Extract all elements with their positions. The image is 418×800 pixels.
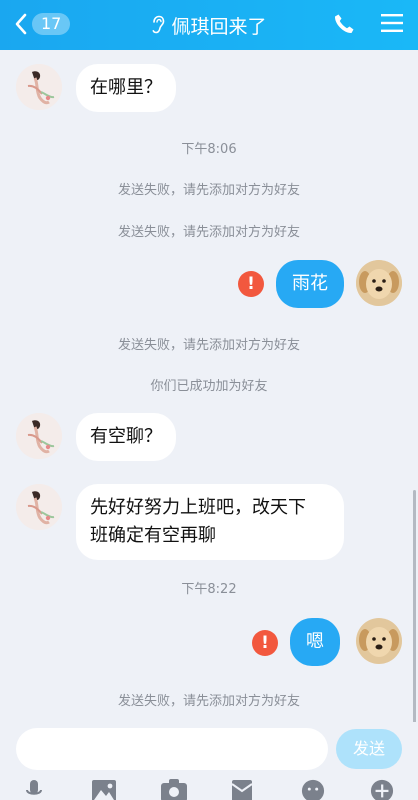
incoming-message[interactable]: 先好好努力上班吧，改天下 班确定有空再聊	[76, 484, 344, 560]
my-avatar[interactable]	[356, 618, 402, 664]
input-bar: 发送	[0, 722, 418, 800]
input-toolbar	[0, 776, 418, 800]
system-notice: 你们已成功加为好友	[150, 379, 268, 394]
message-line: 班确定有空再聊	[90, 525, 216, 546]
phone-icon	[334, 14, 354, 34]
red-packet-icon	[231, 780, 253, 800]
ear-icon	[152, 15, 165, 34]
contact-avatar[interactable]	[16, 64, 62, 110]
system-notice: 发送失败，请先添加对方为好友	[117, 225, 300, 240]
incoming-message[interactable]: 有空聊？	[76, 413, 176, 461]
call-button[interactable]	[332, 12, 356, 40]
my-avatar[interactable]	[356, 260, 402, 306]
send-failed-icon[interactable]: !	[252, 630, 278, 656]
photo-button[interactable]	[91, 778, 117, 800]
timestamp: 下午8:06	[181, 142, 237, 157]
camera-icon	[161, 779, 187, 800]
system-notice: 发送失败，请先添加对方为好友	[117, 338, 300, 353]
send-button[interactable]: 发送	[336, 729, 402, 769]
message-input[interactable]	[16, 728, 328, 770]
camera-button[interactable]	[160, 778, 188, 800]
emoji-icon	[301, 779, 325, 800]
unread-count-badge: 17	[32, 13, 71, 35]
outgoing-message[interactable]: 嗯	[290, 618, 340, 666]
timestamp: 下午8:22	[181, 582, 237, 597]
red-packet-button[interactable]	[230, 778, 254, 800]
contact-avatar[interactable]	[16, 413, 62, 459]
scrollbar[interactable]	[413, 490, 416, 730]
back-button[interactable]: 17	[14, 10, 71, 38]
emoji-button[interactable]	[300, 778, 326, 800]
image-icon	[92, 780, 116, 800]
incoming-message[interactable]: 在哪里？	[76, 64, 176, 112]
system-notice: 发送失败，请先添加对方为好友	[117, 183, 300, 198]
message-list[interactable]: 在哪里？ 下午8:06 发送失败，请先添加对方为好友 发送失败，请先添加对方为好…	[0, 50, 418, 730]
chat-title: 佩琪回来了	[171, 15, 267, 38]
chevron-left-icon	[15, 13, 27, 35]
microphone-icon	[26, 780, 42, 795]
chat-title-group[interactable]: 佩琪回来了	[151, 12, 267, 39]
send-failed-icon[interactable]: !	[238, 271, 264, 297]
chat-header: 17 佩琪回来了	[0, 0, 418, 50]
system-notice: 发送失败，请先添加对方为好友	[117, 694, 300, 709]
contact-avatar[interactable]	[16, 484, 62, 530]
voice-button[interactable]	[22, 778, 46, 800]
menu-button[interactable]	[380, 12, 404, 38]
menu-icon	[381, 14, 403, 32]
plus-icon	[370, 779, 394, 800]
message-line: 先好好努力上班吧，改天下	[90, 497, 306, 518]
outgoing-message[interactable]: 雨花	[276, 260, 344, 308]
more-button[interactable]	[369, 778, 395, 800]
